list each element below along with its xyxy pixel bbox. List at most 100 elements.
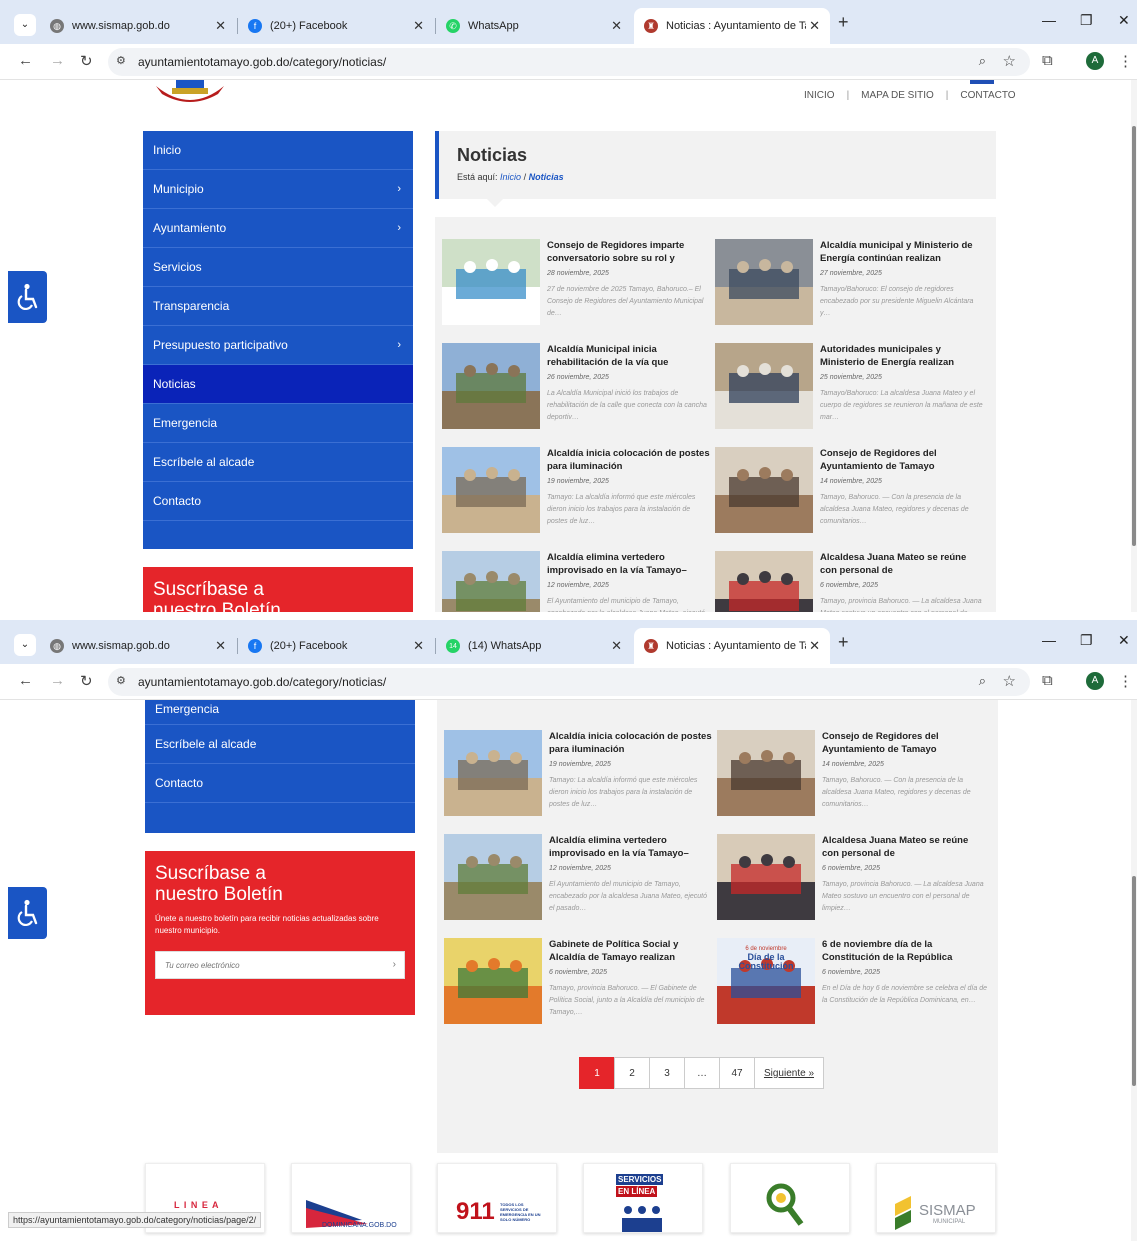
minimize-icon[interactable]: — — [1042, 632, 1056, 648]
address-bar[interactable]: ⚙ ayuntamientotamayo.gob.do/category/not… — [108, 48, 1030, 76]
page-3-button[interactable]: 3 — [649, 1057, 685, 1089]
news-title[interactable]: Alcaldía Municipal inicia rehabilitación… — [547, 343, 712, 369]
sidebar-item-ayuntamiento[interactable]: Ayuntamiento › — [143, 209, 413, 248]
news-title[interactable]: Gabinete de Política Social y Alcaldía d… — [549, 938, 714, 964]
sidebar-item-escribele[interactable]: Escríbele al alcade — [145, 725, 415, 764]
news-card[interactable]: Gabinete de Política Social y Alcaldía d… — [444, 938, 716, 1034]
close-tab-icon[interactable]: ✕ — [809, 18, 820, 34]
tab-noticias[interactable]: ♜ Noticias : Ayuntamiento de Tam ✕ — [634, 8, 830, 44]
banner-sismap[interactable]: SISMAP MUNICIPAL — [876, 1163, 996, 1233]
news-card[interactable]: Alcaldía inicia colocación de postes par… — [444, 730, 716, 826]
tab-facebook[interactable]: f (20+) Facebook ✕ — [238, 8, 434, 44]
restore-icon[interactable]: ❐ — [1080, 632, 1093, 649]
news-thumbnail[interactable] — [715, 447, 813, 533]
news-title[interactable]: Alcaldía inicia colocación de postes par… — [547, 447, 712, 473]
newsletter-email-field[interactable]: › — [155, 951, 405, 979]
accessibility-button[interactable] — [8, 271, 47, 323]
browser-menu-icon[interactable]: ⋮ — [1118, 52, 1133, 70]
sidebar-item-contacto[interactable]: Contacto — [145, 764, 415, 803]
close-window-icon[interactable]: ✕ — [1118, 12, 1130, 29]
site-info-icon[interactable]: ⚙ — [116, 54, 126, 67]
profile-avatar[interactable]: A — [1086, 52, 1104, 70]
bookmark-star-icon[interactable]: ☆ — [1003, 672, 1016, 690]
news-card[interactable]: Autoridades municipales y Ministerio de … — [715, 343, 987, 439]
zoom-icon[interactable]: ⌕ — [979, 673, 986, 689]
close-tab-icon[interactable]: ✕ — [215, 18, 226, 34]
news-card[interactable]: Autoridades municipales y Ministerio de … — [717, 700, 989, 704]
topnav-mapa-sitio[interactable]: MAPA DE SITIO — [861, 90, 934, 101]
close-tab-icon[interactable]: ✕ — [611, 18, 622, 34]
breadcrumb-home-link[interactable]: Inicio — [500, 172, 521, 182]
sidebar-item-escribele[interactable]: Escríbele al alcade — [143, 443, 413, 482]
news-card[interactable]: Alcaldía municipal y Ministerio de Energ… — [715, 239, 987, 335]
news-card[interactable]: Alcaldía Municipal inicia rehabilitación… — [444, 700, 716, 704]
banner-servicios-en-linea[interactable]: SERVICIOS EN LÍNEA — [583, 1163, 703, 1233]
news-thumbnail[interactable] — [442, 551, 540, 612]
news-thumbnail[interactable] — [715, 239, 813, 325]
news-card[interactable]: 6 de noviembre Día de la Constitución 6 de … — [717, 938, 989, 1034]
news-card[interactable]: Alcaldesa Juana Mateo se reúne con perso… — [715, 551, 987, 612]
banner-911[interactable]: 911 TODOS LOS SERVICIOS DE EMERGENCIA EN… — [437, 1163, 557, 1233]
zoom-icon[interactable]: ⌕ — [979, 53, 986, 69]
sidebar-item-noticias[interactable]: Noticias — [143, 365, 413, 404]
news-thumbnail[interactable] — [715, 343, 813, 429]
banner-dominicana[interactable]: DOMINICANA.GOB.DO — [291, 1163, 411, 1233]
news-thumbnail[interactable] — [444, 834, 542, 920]
tab-noticias[interactable]: ♜ Noticias : Ayuntamiento de Tam ✕ — [634, 628, 830, 664]
sidebar-item-servicios[interactable]: Servicios — [143, 248, 413, 287]
url-text[interactable]: ayuntamientotamayo.gob.do/category/notic… — [138, 675, 386, 689]
news-title[interactable]: Alcaldesa Juana Mateo se reúne con perso… — [822, 834, 987, 860]
sidebar-item-transparencia[interactable]: Transparencia — [143, 287, 413, 326]
extensions-icon[interactable]: ⧉ — [1042, 52, 1053, 69]
tab-sismap[interactable]: ◍ www.sismap.gob.do ✕ — [40, 628, 236, 664]
back-icon[interactable]: ← — [18, 52, 33, 69]
news-title[interactable]: 6 de noviembre día de la Constitución de… — [822, 938, 987, 964]
news-thumbnail[interactable] — [442, 447, 540, 533]
minimize-icon[interactable]: — — [1042, 12, 1056, 28]
news-card[interactable]: Alcaldía elimina vertedero improvisado e… — [442, 551, 714, 612]
news-card[interactable]: Consejo de Regidores imparte conversator… — [442, 239, 714, 335]
topnav-contacto[interactable]: CONTACTO — [960, 90, 1015, 101]
tab-facebook[interactable]: f (20+) Facebook ✕ — [238, 628, 434, 664]
sidebar-item-emergencia[interactable]: Emergencia — [143, 404, 413, 443]
reload-icon[interactable]: ↻ — [80, 52, 93, 70]
sidebar-item-emergencia[interactable]: Emergencia — [145, 700, 415, 725]
news-card[interactable]: Alcaldesa Juana Mateo se reúne con perso… — [717, 834, 989, 930]
municipal-logo[interactable] — [154, 80, 226, 108]
forward-icon[interactable]: → — [50, 672, 65, 689]
forward-icon[interactable]: → — [50, 52, 65, 69]
news-title[interactable]: Consejo de Regidores imparte conversator… — [547, 239, 712, 265]
tab-whatsapp[interactable]: ✆ WhatsApp ✕ — [436, 8, 632, 44]
address-bar[interactable]: ⚙ ayuntamientotamayo.gob.do/category/not… — [108, 668, 1030, 696]
topnav-inicio[interactable]: INICIO — [804, 90, 835, 101]
next-page-button[interactable]: Siguiente » — [754, 1057, 824, 1089]
url-text[interactable]: ayuntamientotamayo.gob.do/category/notic… — [138, 55, 386, 69]
news-title[interactable]: Autoridades municipales y Ministerio de … — [820, 343, 985, 369]
tab-search-button[interactable]: ⌄ — [14, 14, 36, 36]
close-tab-icon[interactable]: ✕ — [809, 638, 820, 654]
news-card[interactable]: Alcaldía Municipal inicia rehabilitación… — [442, 343, 714, 439]
restore-icon[interactable]: ❐ — [1080, 12, 1093, 29]
news-card[interactable]: Consejo de Regidores del Ayuntamiento de… — [717, 730, 989, 826]
page-47-button[interactable]: 47 — [719, 1057, 755, 1089]
news-thumbnail[interactable] — [717, 834, 815, 920]
news-title[interactable]: Alcaldesa Juana Mateo se reúne con perso… — [820, 551, 985, 577]
news-thumbnail[interactable] — [444, 730, 542, 816]
browser-menu-icon[interactable]: ⋮ — [1118, 672, 1133, 690]
page-1-button[interactable]: 1 — [579, 1057, 615, 1089]
back-icon[interactable]: ← — [18, 672, 33, 689]
close-tab-icon[interactable]: ✕ — [413, 638, 424, 654]
news-card[interactable]: Consejo de Regidores del Ayuntamiento de… — [715, 447, 987, 543]
news-title[interactable]: Alcaldía municipal y Ministerio de Energ… — [820, 239, 985, 265]
accessibility-button[interactable] — [8, 887, 47, 939]
news-thumbnail[interactable] — [444, 938, 542, 1024]
new-tab-button[interactable]: + — [838, 12, 849, 33]
news-title[interactable]: Consejo de Regidores del Ayuntamiento de… — [822, 730, 987, 756]
page-2-button[interactable]: 2 — [614, 1057, 650, 1089]
sidebar-item-inicio[interactable]: Inicio — [143, 131, 413, 170]
submit-arrow-icon[interactable]: › — [393, 959, 396, 970]
news-card[interactable]: Alcaldía inicia colocación de postes par… — [442, 447, 714, 543]
email-input[interactable] — [156, 952, 404, 978]
news-thumbnail[interactable] — [717, 730, 815, 816]
sidebar-item-presupuesto[interactable]: Presupuesto participativo › — [143, 326, 413, 365]
